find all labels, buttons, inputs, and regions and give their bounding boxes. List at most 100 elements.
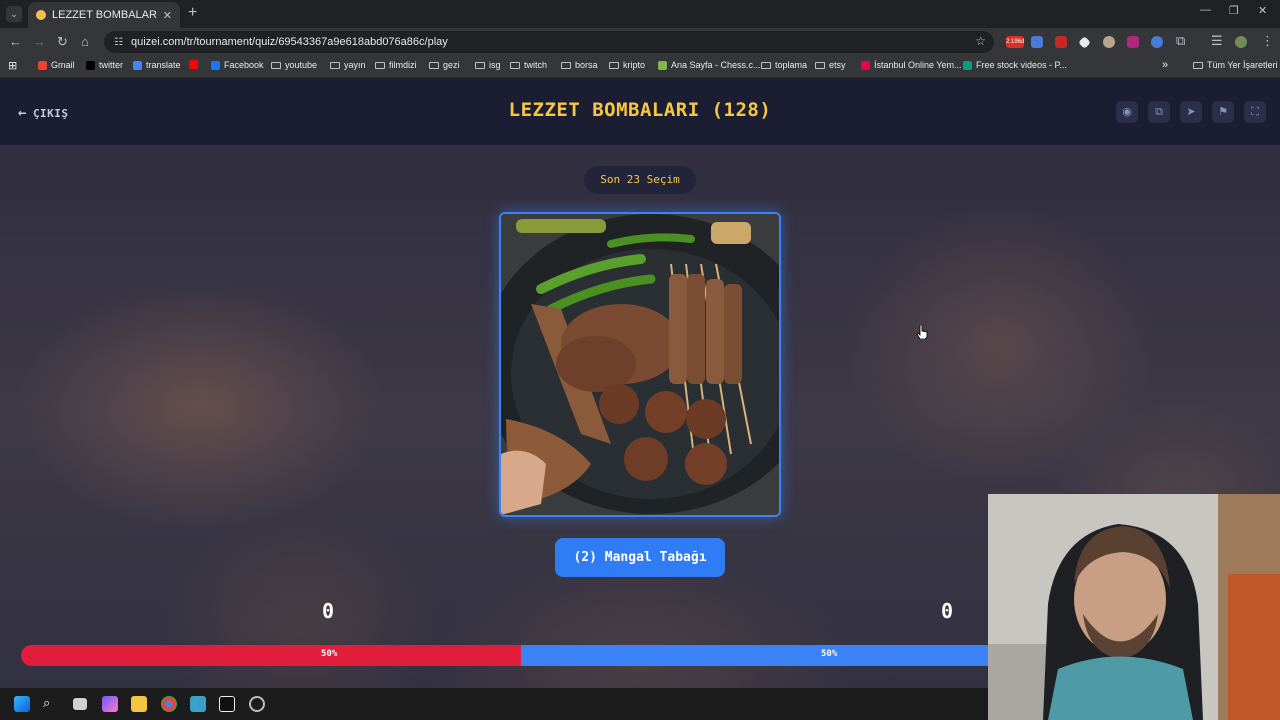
windows-start-icon[interactable]	[14, 696, 30, 712]
bookmark-yayın[interactable]: yayın	[330, 60, 366, 70]
address-bar[interactable]: ☷ quizei.com/tr/tournament/quiz/69543367…	[104, 31, 994, 53]
extensions-puzzle-icon[interactable]: ⧉	[1176, 33, 1185, 49]
bookmark-isg[interactable]: isg	[475, 60, 501, 70]
search-icon[interactable]: ⌕	[43, 695, 59, 711]
bookmark-facebook[interactable]: Facebook	[211, 60, 264, 70]
chess-icon	[658, 60, 667, 70]
translate-icon	[133, 60, 142, 70]
browser-menu-icon[interactable]: ⋮	[1261, 33, 1274, 49]
bookmark-label: gezi	[443, 60, 460, 70]
bookmark-star-icon[interactable]: ☆	[975, 34, 986, 48]
profile-avatar[interactable]	[1235, 36, 1247, 48]
close-tab-icon[interactable]: ✕	[163, 9, 172, 22]
extension-badge-icon[interactable]: 2.196d	[1006, 36, 1024, 48]
bookmark-label: filmdizi	[389, 60, 417, 70]
folder-icon	[761, 61, 771, 69]
bookmark-tüm-yer-i-şaretleri[interactable]: Tüm Yer İşaretleri	[1193, 60, 1278, 70]
youtube-icon	[189, 60, 198, 69]
folder-icon	[609, 61, 619, 69]
bookmark-toplama[interactable]: toplama	[761, 60, 807, 70]
bookmark-label: borsa	[575, 60, 598, 70]
bookmark-label: youtube	[285, 60, 318, 70]
bookmark-gezi[interactable]: gezi	[429, 60, 460, 70]
tab-search-button[interactable]: ⌄	[6, 6, 22, 22]
record-extension-icon[interactable]	[1127, 36, 1139, 48]
folder-icon	[330, 61, 340, 69]
windows-taskbar: ⌕	[0, 688, 988, 720]
monitor-app-icon[interactable]	[190, 696, 206, 712]
bookmark-free-stock-videos-p[interactable]: Free stock videos - P...	[963, 60, 1067, 70]
bookmark-label: kripto	[623, 60, 646, 70]
reload-icon[interactable]: ↻	[57, 34, 68, 50]
bookmark-youtube[interactable]: youtube	[271, 60, 317, 70]
bookmark-label: Ana Sayfa - Chess.c...	[671, 60, 761, 70]
fullscreen-icon[interactable]: ⛶	[1244, 101, 1266, 123]
share-icon[interactable]: ⧉	[1148, 101, 1170, 123]
bookmark-kripto[interactable]: kripto	[609, 60, 645, 70]
bookmark-label: İstanbul Online Yem...	[874, 60, 962, 70]
close-window-icon[interactable]: ✕	[1258, 4, 1267, 17]
tradingview-icon[interactable]	[219, 696, 235, 712]
bookmark-borsa[interactable]: borsa	[561, 60, 598, 70]
folder-icon	[561, 61, 571, 69]
file-explorer-icon[interactable]	[131, 696, 147, 712]
bookmark-i-stanbul-online-yem[interactable]: İstanbul Online Yem...	[861, 60, 962, 70]
diamond-extension-icon[interactable]	[1078, 36, 1091, 49]
pexels-icon	[963, 60, 972, 70]
chrome-taskbar-icon[interactable]	[161, 696, 177, 712]
copilot-icon[interactable]	[102, 696, 118, 712]
obs-icon[interactable]	[249, 696, 265, 712]
folder-icon	[815, 61, 825, 69]
bookmark-label: Facebook	[224, 60, 264, 70]
bookmark-twitter[interactable]: twitter	[86, 60, 123, 70]
cookie-extension-icon[interactable]	[1103, 36, 1115, 48]
bookmark-label: Tüm Yer İşaretleri	[1207, 60, 1278, 70]
bookmark-translate[interactable]: translate	[133, 60, 181, 70]
folder-icon	[1193, 61, 1203, 69]
vote-progress-bar: 50% 50%	[21, 645, 1021, 666]
right-vote-fill: 50%	[521, 645, 1021, 666]
browser-tab[interactable]: LEZZET BOMBALARI (128) - Tie ✕	[28, 2, 180, 28]
bookmark-label: yayın	[344, 60, 366, 70]
bookmark-ana-sayfa-chess-c[interactable]: Ana Sayfa - Chess.c...	[658, 60, 761, 70]
home-icon[interactable]: ⌂	[81, 34, 89, 50]
apps-grid-icon[interactable]: ⊞	[8, 59, 17, 72]
new-tab-button[interactable]: +	[188, 4, 197, 22]
browser-toolbar: ← → ↻ ⌂ ☷ quizei.com/tr/tournament/quiz/…	[0, 28, 1280, 56]
restore-icon[interactable]: ❐	[1229, 4, 1239, 17]
left-vote-fill: 50%	[21, 645, 521, 666]
choice-button[interactable]: (2) Mangal Tabağı	[555, 538, 725, 577]
bookmark-twitch[interactable]: twitch	[510, 60, 547, 70]
minimize-icon[interactable]: —	[1200, 4, 1211, 16]
yemeksepeti-icon	[861, 60, 870, 70]
folder-icon	[375, 61, 385, 69]
bookmark-filmdizi[interactable]: filmdizi	[375, 60, 417, 70]
folder-icon	[475, 61, 485, 69]
back-icon[interactable]: ←	[9, 34, 22, 50]
folder-icon	[429, 61, 439, 69]
food-photo[interactable]	[499, 212, 781, 517]
bookmark-etsy[interactable]: etsy	[815, 60, 846, 70]
tab-title: LEZZET BOMBALARI (128) - Tie	[52, 9, 157, 21]
eye-icon[interactable]: ◉	[1116, 101, 1138, 123]
webcam-overlay	[988, 494, 1280, 720]
folder-icon	[271, 61, 281, 69]
task-view-icon[interactable]	[73, 698, 87, 710]
adblock-extension-icon[interactable]	[1055, 36, 1067, 48]
flag-icon[interactable]: ⚑	[1212, 101, 1234, 123]
send-icon[interactable]: ➤	[1180, 101, 1202, 123]
quiz-title: LEZZET BOMBALARI (128)	[508, 99, 772, 121]
bookmark-youtube-shortcut[interactable]	[189, 60, 198, 69]
site-info-icon[interactable]: ☷	[114, 37, 123, 48]
hand-cursor-icon	[916, 325, 928, 339]
streamer-camera-image	[988, 494, 1280, 720]
tab-strip: ⌄ LEZZET BOMBALARI (128) - Tie ✕ + — ❐ ✕	[0, 0, 1280, 28]
reading-list-icon[interactable]: ☰	[1211, 33, 1223, 49]
audio-extension-icon[interactable]	[1151, 36, 1163, 48]
forward-icon[interactable]: →	[33, 34, 46, 50]
translate-extension-icon[interactable]	[1031, 36, 1043, 48]
left-percent-label: 50%	[321, 649, 338, 659]
app-header: ← ÇIKIŞ LEZZET BOMBALARI (128) ◉ ⧉ ➤ ⚑ ⛶	[0, 79, 1280, 145]
more-bookmarks-icon[interactable]: »	[1162, 59, 1168, 71]
bookmark-gmail[interactable]: Gmail	[38, 60, 75, 70]
